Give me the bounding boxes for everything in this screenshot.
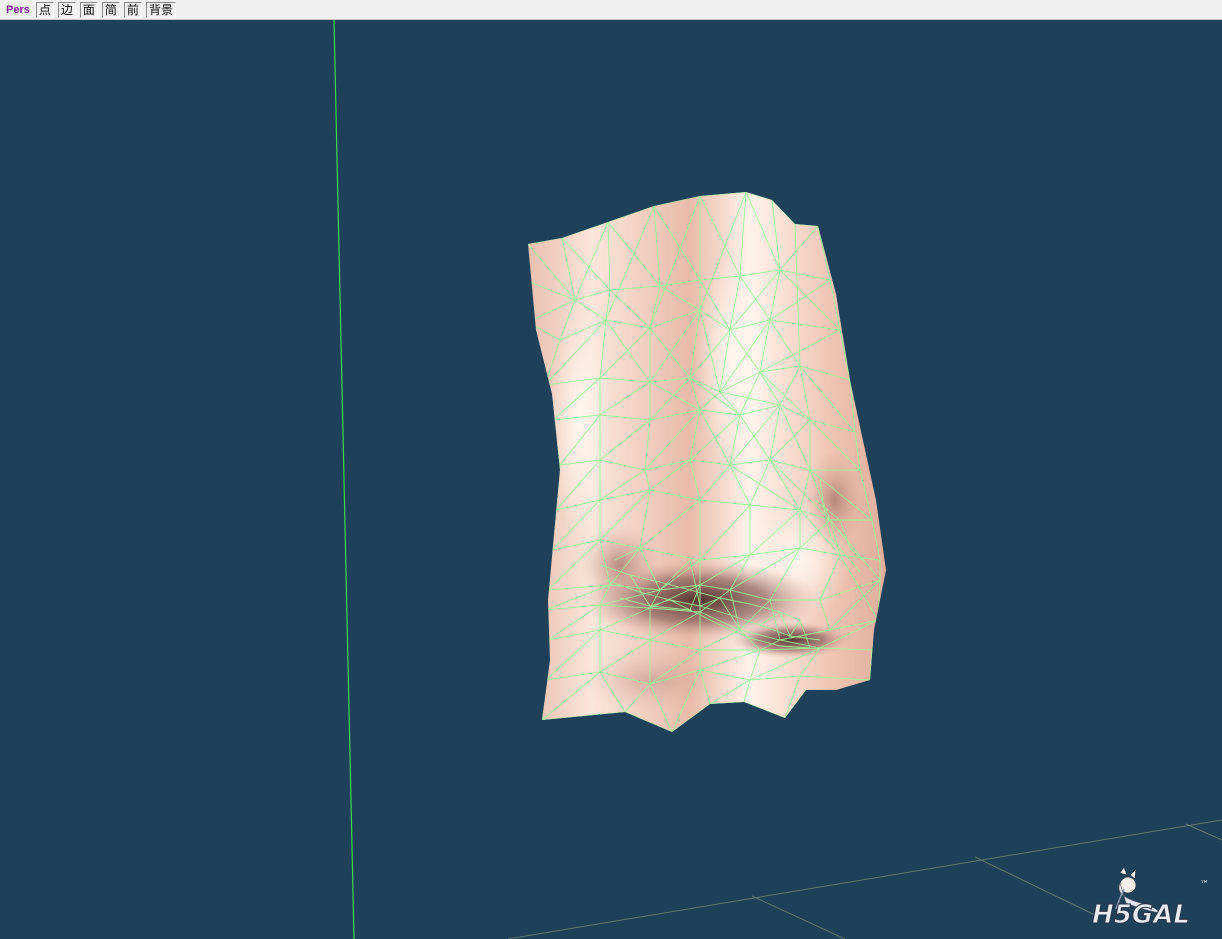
viewport-toolbar: Pers 点 边 面 简 前 背景 [0,0,1222,20]
simple-mode-button[interactable]: 简 [101,1,120,18]
3d-viewport[interactable]: H5GAL ™ [0,20,1222,939]
front-view-button[interactable]: 前 [123,1,142,18]
vertical-axis-line [333,20,355,939]
watermark-text: H5GAL [1092,900,1190,930]
watermark-logo: H5GAL ™ [1090,867,1216,931]
background-button[interactable]: 背景 [145,1,176,18]
vertex-mode-button[interactable]: 点 [35,1,54,18]
view-mode-label[interactable]: Pers [6,1,30,19]
nose-mesh[interactable] [528,192,886,732]
trademark-symbol: ™ [1200,880,1209,890]
edge-mode-button[interactable]: 边 [57,1,76,18]
face-mode-button[interactable]: 面 [79,1,98,18]
